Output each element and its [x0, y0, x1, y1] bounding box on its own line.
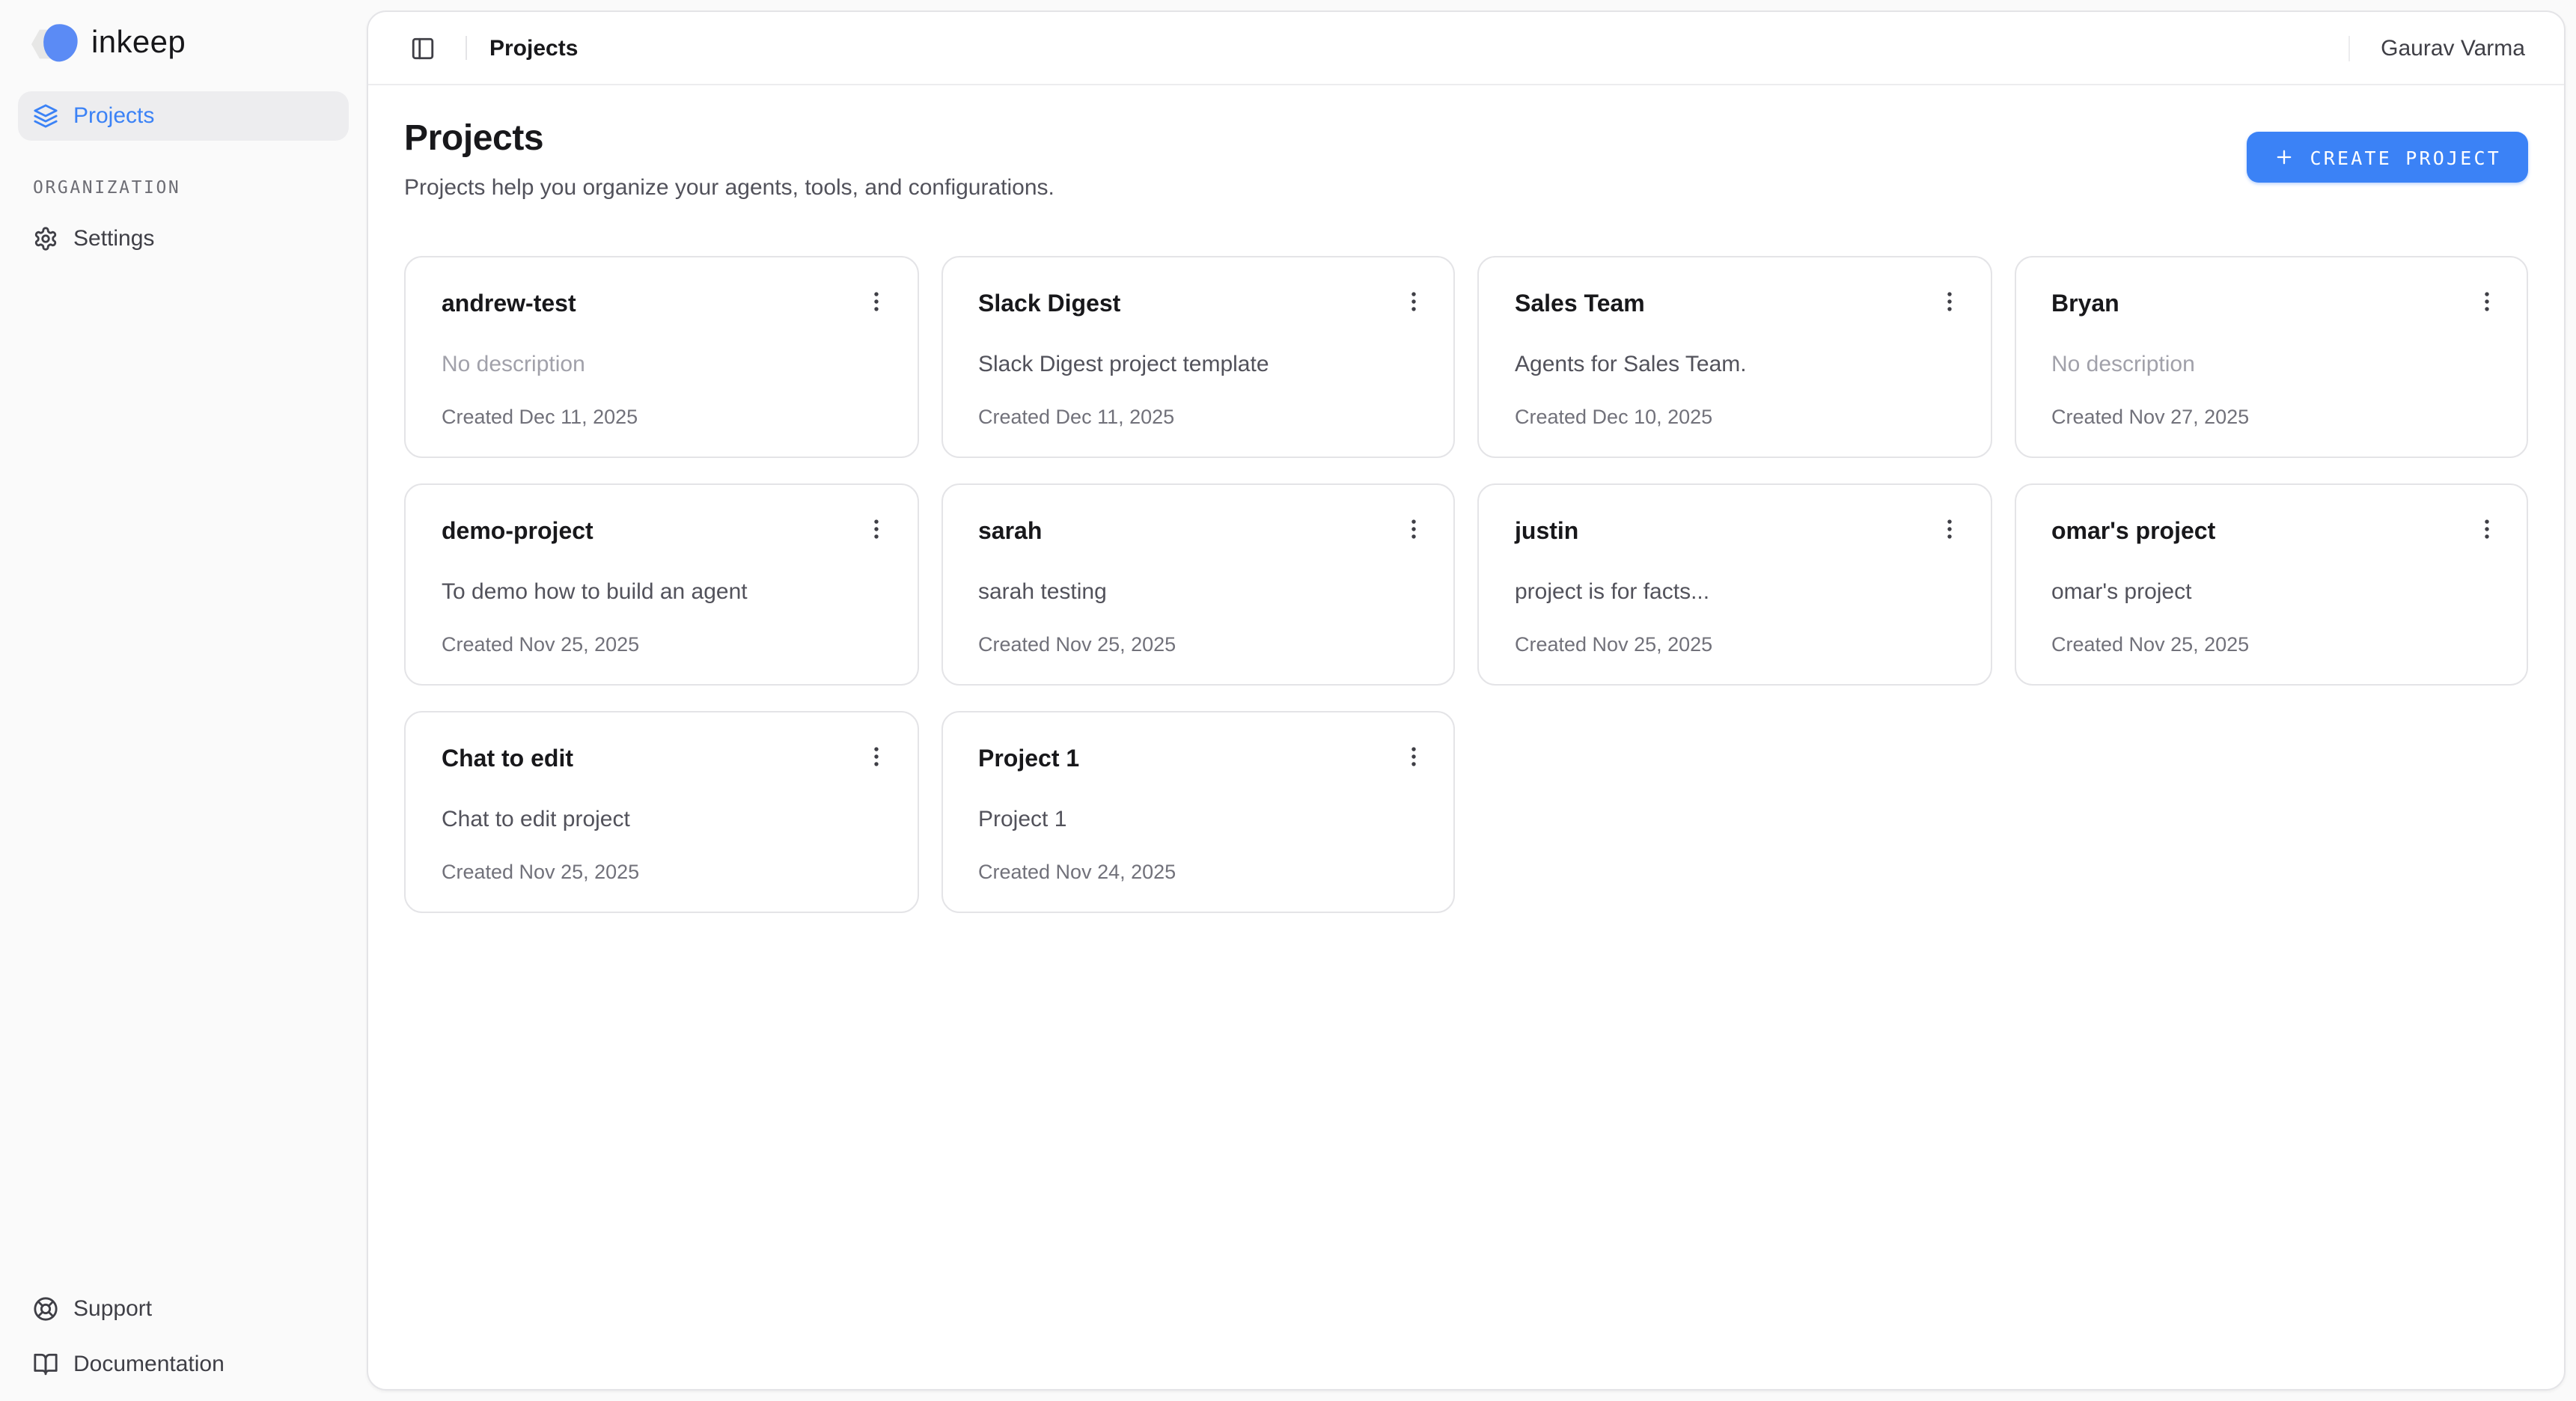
project-card[interactable]: Project 1 Project 1 Created Nov 24, 2025 — [941, 711, 1455, 913]
project-card-description: No description — [442, 350, 881, 379]
project-card-description: Chat to edit project — [442, 805, 881, 834]
project-card-description: project is for facts... — [1515, 578, 1954, 606]
layers-icon — [33, 103, 58, 129]
kebab-menu-icon — [2473, 516, 2499, 541]
sidebar-item-label: Settings — [73, 226, 154, 251]
project-card-created-date: Created Dec 10, 2025 — [1515, 404, 1954, 430]
sidebar-toggle-button[interactable] — [401, 27, 443, 69]
sidebar-item-projects[interactable]: Projects — [18, 91, 349, 141]
breadcrumb: Projects — [489, 35, 578, 61]
kebab-menu-icon — [1400, 288, 1426, 314]
project-card-title: Slack Digest — [978, 290, 1417, 320]
project-card-created-date: Created Dec 11, 2025 — [442, 404, 881, 430]
project-card-title: Chat to edit — [442, 745, 881, 775]
topbar: Projects Gaurav Varma — [368, 12, 2564, 85]
user-menu[interactable]: Gaurav Varma — [2381, 35, 2525, 61]
project-card[interactable]: Chat to edit Chat to edit project Create… — [404, 711, 918, 913]
project-card-menu-button[interactable] — [2465, 507, 2507, 549]
projects-grid: andrew-test No description Created Dec 1… — [404, 256, 2528, 913]
project-card-created-date: Created Nov 25, 2025 — [442, 632, 881, 657]
project-card[interactable]: demo-project To demo how to build an age… — [404, 483, 918, 686]
project-card-description: Agents for Sales Team. — [1515, 350, 1954, 379]
lifebuoy-icon — [33, 1296, 58, 1322]
project-card[interactable]: andrew-test No description Created Dec 1… — [404, 256, 918, 458]
page-title: Projects — [404, 118, 1054, 160]
topbar-right-divider — [2348, 35, 2349, 61]
project-card[interactable]: omar's project omar's project Created No… — [2014, 483, 2528, 686]
create-project-button-label: CREATE PROJECT — [2310, 146, 2501, 168]
kebab-menu-icon — [864, 743, 889, 769]
plus-icon — [2274, 147, 2295, 168]
sidebar-section-organization: ORGANIZATION — [18, 177, 349, 198]
project-card-menu-button[interactable] — [855, 735, 897, 777]
panel-left-icon — [409, 35, 435, 61]
project-card-menu-button[interactable] — [2465, 280, 2507, 322]
main-panel: Projects Gaurav Varma Projects Projects … — [367, 10, 2566, 1391]
kebab-menu-icon — [1400, 516, 1426, 541]
project-card-menu-button[interactable] — [855, 280, 897, 322]
create-project-button[interactable]: CREATE PROJECT — [2247, 132, 2528, 183]
kebab-menu-icon — [864, 516, 889, 541]
kebab-menu-icon — [2473, 288, 2499, 314]
project-card-created-date: Created Nov 25, 2025 — [978, 632, 1417, 657]
project-card-menu-button[interactable] — [1929, 280, 1971, 322]
project-card-created-date: Created Nov 24, 2025 — [978, 859, 1417, 885]
sidebar-item-label: Documentation — [73, 1352, 225, 1377]
project-card[interactable]: justin project is for facts... Created N… — [1477, 483, 1991, 686]
kebab-menu-icon — [1937, 288, 1962, 314]
project-card-created-date: Created Nov 25, 2025 — [1515, 632, 1954, 657]
project-card-title: justin — [1515, 518, 1954, 548]
project-card-menu-button[interactable] — [1392, 507, 1434, 549]
inkeep-logo-icon — [31, 24, 78, 63]
project-card-description: To demo how to build an agent — [442, 578, 881, 606]
brand-name: inkeep — [91, 26, 186, 61]
content-area: Projects Projects help you organize your… — [368, 85, 2564, 1389]
sidebar-item-documentation[interactable]: Documentation — [18, 1340, 349, 1389]
project-card-title: sarah — [978, 518, 1417, 548]
kebab-menu-icon — [1400, 743, 1426, 769]
project-card-title: Bryan — [2051, 290, 2491, 320]
project-card-description: Slack Digest project template — [978, 350, 1417, 379]
project-card-description: sarah testing — [978, 578, 1417, 606]
book-open-icon — [33, 1352, 58, 1377]
topbar-divider — [466, 36, 467, 60]
project-card-created-date: Created Nov 25, 2025 — [442, 859, 881, 885]
project-card-created-date: Created Nov 25, 2025 — [2051, 632, 2491, 657]
project-card-title: omar's project — [2051, 518, 2491, 548]
gear-icon — [33, 226, 58, 251]
project-card-menu-button[interactable] — [855, 507, 897, 549]
project-card-title: andrew-test — [442, 290, 881, 320]
project-card-description: No description — [2051, 350, 2491, 379]
project-card-created-date: Created Dec 11, 2025 — [978, 404, 1417, 430]
project-card[interactable]: sarah sarah testing Created Nov 25, 2025 — [941, 483, 1455, 686]
project-card-title: demo-project — [442, 518, 881, 548]
project-card-title: Project 1 — [978, 745, 1417, 775]
project-card[interactable]: Sales Team Agents for Sales Team. Create… — [1477, 256, 1991, 458]
project-card-menu-button[interactable] — [1392, 735, 1434, 777]
kebab-menu-icon — [864, 288, 889, 314]
project-card[interactable]: Bryan No description Created Nov 27, 202… — [2014, 256, 2528, 458]
sidebar-item-settings[interactable]: Settings — [18, 214, 349, 263]
kebab-menu-icon — [1937, 516, 1962, 541]
project-card-menu-button[interactable] — [1392, 280, 1434, 322]
sidebar-item-label: Projects — [73, 103, 154, 129]
sidebar: inkeep Projects ORGANIZATION Settings Su… — [0, 0, 367, 1401]
project-card-description: omar's project — [2051, 578, 2491, 606]
sidebar-item-support[interactable]: Support — [18, 1284, 349, 1334]
page-subtitle: Projects help you organize your agents, … — [404, 175, 1054, 201]
brand-logo[interactable]: inkeep — [18, 21, 349, 66]
sidebar-item-label: Support — [73, 1296, 152, 1322]
project-card-title: Sales Team — [1515, 290, 1954, 320]
project-card-menu-button[interactable] — [1929, 507, 1971, 549]
project-card[interactable]: Slack Digest Slack Digest project templa… — [941, 256, 1455, 458]
project-card-description: Project 1 — [978, 805, 1417, 834]
project-card-created-date: Created Nov 27, 2025 — [2051, 404, 2491, 430]
